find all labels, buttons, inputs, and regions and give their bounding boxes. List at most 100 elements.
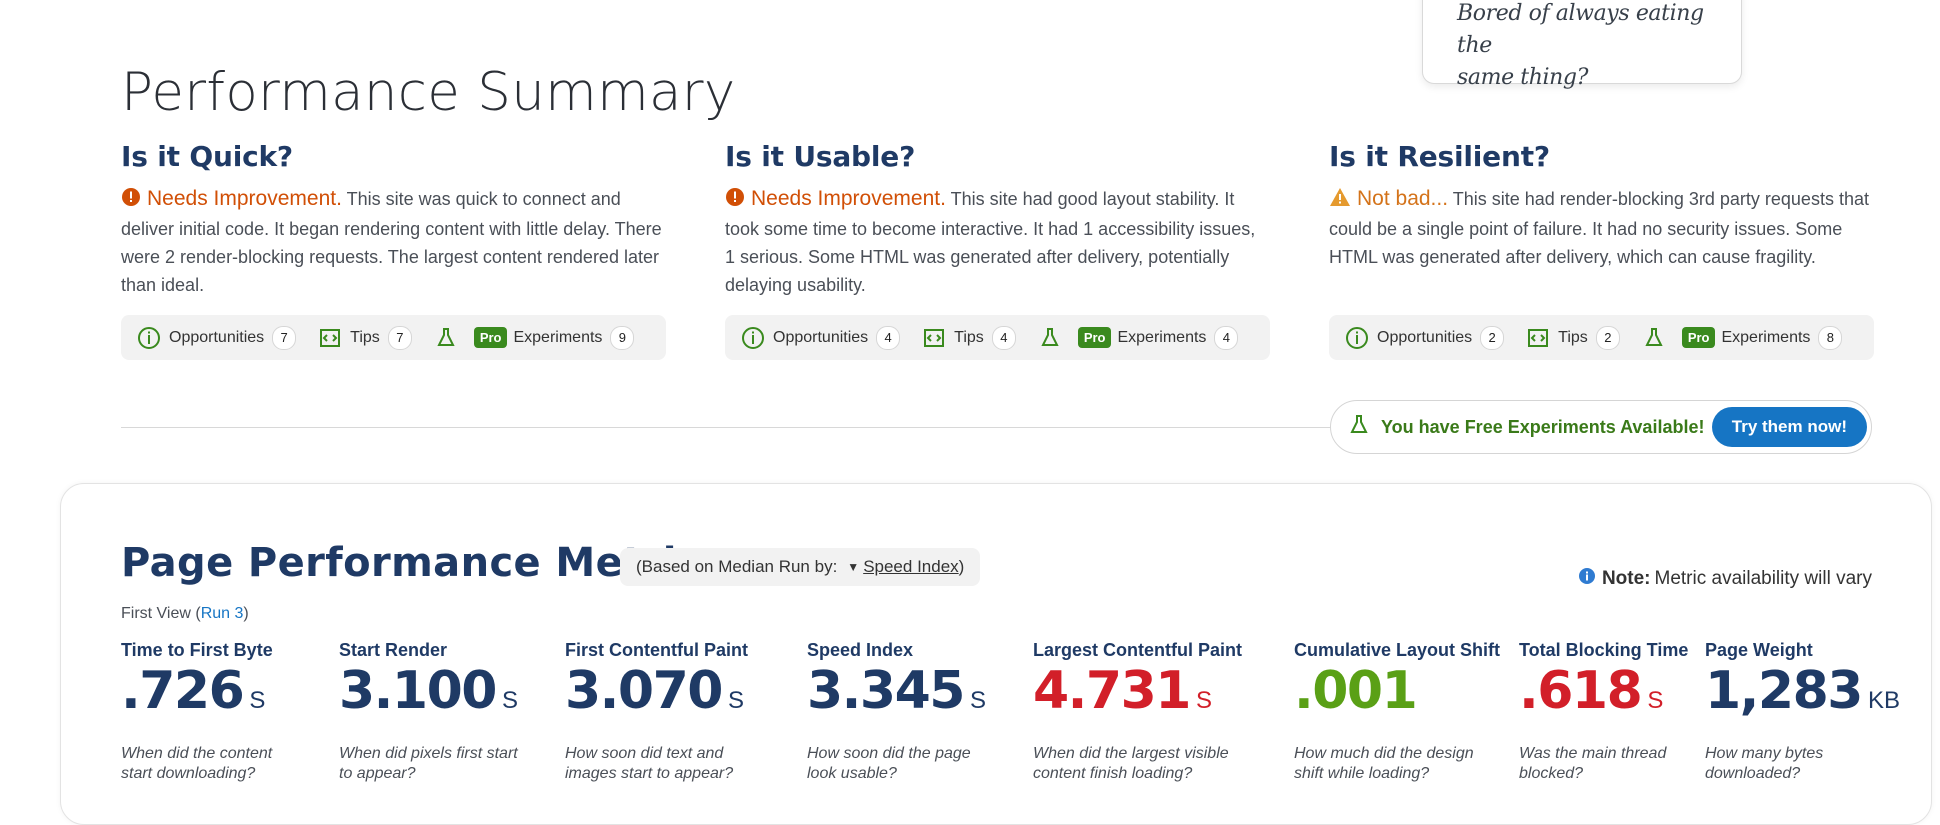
run-link[interactable]: Run 3 — [201, 605, 244, 622]
metric-label: Cumulative Layout Shift — [1294, 640, 1501, 660]
metric-label: Speed Index — [807, 640, 914, 660]
metric-cls: Cumulative Layout Shift .001 How much di… — [1294, 640, 1500, 784]
code-tip-icon — [318, 326, 342, 350]
summary-resilient: Is it Resilient? Not bad... This site ha… — [1329, 140, 1874, 271]
divider — [121, 427, 1339, 428]
metric-value: 4.731 S — [1033, 661, 1212, 721]
quick-actions-bar: Opportunities 7 Tips 7 Pro Experiments 9 — [121, 315, 666, 360]
free-experiments-banner: You have Free Experiments Available! Try… — [1330, 400, 1872, 454]
usable-heading: Is it Usable? — [725, 140, 916, 173]
metric-description: Was the main thread blocked? — [1519, 745, 1667, 782]
metric-page-weight: Page Weight 1,283 KB How many bytes downl… — [1705, 640, 1900, 784]
experiments-label: Experiments — [513, 328, 603, 346]
dropdown-triangle-icon: ▼ — [847, 560, 860, 574]
metric-tbt: Total Blocking Time .618 S Was the main t… — [1519, 640, 1688, 784]
quick-status: Needs Improvement. — [147, 187, 342, 210]
metric-description: When did the largest visible content fin… — [1033, 745, 1229, 782]
opportunities-count: 2 — [1480, 325, 1505, 350]
experiments-link[interactable]: Pro Experiments 8 — [1642, 325, 1843, 350]
tips-link[interactable]: Tips 7 — [318, 325, 412, 350]
tips-label: Tips — [954, 328, 984, 346]
metric-label: First Contentful Paint — [565, 640, 748, 660]
median-run-selector: (Based on Median Run by: ▼ Speed Index ) — [620, 548, 981, 586]
performance-summary-title: Performance Summary — [121, 62, 736, 123]
resilient-summary: Not bad... This site had render-blocking… — [1329, 185, 1874, 271]
metric-value: 3.345 S — [807, 661, 986, 721]
resilient-actions-bar: Opportunities 2 Tips 2 Pro Experiments 8 — [1329, 315, 1874, 360]
metric-value: .001 — [1294, 661, 1418, 721]
alert-icon — [725, 187, 745, 215]
metric-label: Largest Contentful Paint — [1033, 640, 1243, 660]
first-view-label: First View (Run 3) — [121, 605, 249, 622]
opportunities-link[interactable]: Opportunities 4 — [741, 325, 901, 350]
flask-icon — [434, 326, 458, 350]
free-experiments-text: You have Free Experiments Available! — [1381, 416, 1705, 437]
tips-link[interactable]: Tips 2 — [1526, 325, 1620, 350]
experiments-label: Experiments — [1117, 328, 1207, 346]
pro-badge: Pro — [473, 327, 508, 348]
opportunities-label: Opportunities — [773, 328, 869, 346]
tips-label: Tips — [350, 328, 380, 346]
experiments-count: 9 — [610, 325, 635, 350]
tips-count: 2 — [1595, 325, 1620, 350]
pro-badge: Pro — [1681, 327, 1716, 348]
summary-quick: Is it Quick? Needs Improvement. This sit… — [121, 140, 666, 299]
metric-value: .618 S — [1519, 661, 1664, 721]
ad-card[interactable]: Bored of always eating the same thing? — [1422, 0, 1742, 90]
metric-fcp: First Contentful Paint 3.070 S How soon d… — [565, 640, 748, 784]
median-metric-select[interactable]: Speed Index — [863, 557, 958, 577]
metric-ttfb: Time to First Byte .726 S When did the co… — [121, 640, 273, 784]
metric-value: .726 S — [121, 661, 266, 721]
metric-description: How much did the design shift while load… — [1294, 745, 1474, 782]
usable-summary: Needs Improvement. This site had good la… — [725, 185, 1270, 299]
pro-badge: Pro — [1077, 327, 1112, 348]
metric-label: Time to First Byte — [121, 640, 273, 660]
opportunities-link[interactable]: Opportunities 7 — [137, 325, 297, 350]
tips-label: Tips — [1558, 328, 1588, 346]
usable-actions-bar: Opportunities 4 Tips 4 Pro Experiments 4 — [725, 315, 1270, 360]
resilient-heading: Is it Resilient? — [1329, 140, 1550, 173]
opportunities-label: Opportunities — [169, 328, 265, 346]
metric-note: Note: Metric availability will vary — [1578, 567, 1872, 591]
opportunities-label: Opportunities — [1377, 328, 1473, 346]
metric-description: How many bytes downloaded? — [1705, 745, 1824, 782]
summary-usable: Is it Usable? Needs Improvement. This si… — [725, 140, 1270, 299]
metric-speed-index: Speed Index 3.345 S How soon did the page… — [807, 640, 986, 784]
note-label: Note: — [1601, 568, 1651, 589]
experiments-link[interactable]: Pro Experiments 9 — [434, 325, 635, 350]
metric-description: When did pixels first start to appear? — [339, 745, 518, 782]
try-them-now-button[interactable]: Try them now! — [1711, 407, 1867, 447]
experiments-label: Experiments — [1721, 328, 1811, 346]
opportunities-icon — [137, 326, 161, 350]
metric-description: When did the content start downloading? — [121, 745, 273, 782]
tips-count: 4 — [991, 325, 1016, 350]
usable-status: Needs Improvement. — [751, 187, 946, 210]
opportunities-link[interactable]: Opportunities 2 — [1345, 325, 1505, 350]
resilient-status: Not bad... — [1357, 187, 1449, 210]
metric-description: How soon did the page look usable? — [807, 745, 971, 782]
metric-start-render: Start Render 3.100 S When did pixels firs… — [339, 640, 518, 784]
metric-lcp: Largest Contentful Paint 4.731 S When did… — [1033, 640, 1242, 784]
ad-text: Bored of always eating the same thing? — [1457, 1, 1704, 90]
code-tip-icon — [1526, 326, 1550, 350]
opportunities-count: 7 — [272, 325, 297, 350]
experiments-count: 4 — [1214, 325, 1239, 350]
flask-icon — [1347, 413, 1371, 442]
metric-label: Start Render — [339, 640, 448, 660]
experiments-count: 8 — [1818, 325, 1843, 350]
tips-link[interactable]: Tips 4 — [922, 325, 1016, 350]
flask-icon — [1038, 326, 1062, 350]
metric-label: Total Blocking Time — [1519, 640, 1689, 660]
metric-value: 3.070 S — [565, 661, 744, 721]
warning-icon — [1329, 187, 1351, 215]
median-suffix: ) — [958, 557, 965, 576]
metric-label: Page Weight — [1705, 640, 1813, 660]
note-text: Metric availability will vary — [1654, 568, 1873, 589]
metric-value: 3.100 S — [339, 661, 518, 721]
experiments-link[interactable]: Pro Experiments 4 — [1038, 325, 1239, 350]
opportunities-icon — [1345, 326, 1369, 350]
median-prefix: (Based on Median Run by: — [636, 557, 838, 576]
info-icon — [1578, 567, 1596, 591]
quick-heading: Is it Quick? — [121, 140, 293, 173]
opportunities-count: 4 — [876, 325, 901, 350]
